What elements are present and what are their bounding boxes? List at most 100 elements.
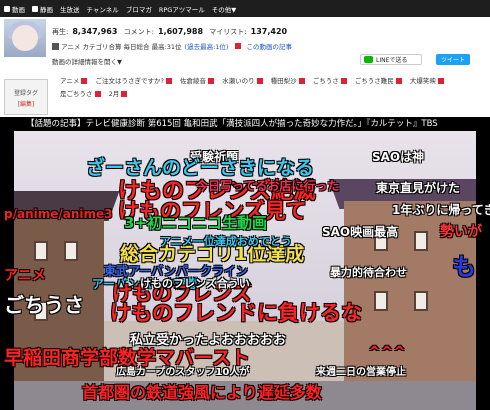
tag-item[interactable]: アニメ xyxy=(60,75,88,88)
dictionary-icon[interactable] xyxy=(121,91,128,97)
dictionary-icon[interactable] xyxy=(165,78,172,84)
nav-seiga[interactable]: 静画 xyxy=(32,4,53,14)
nav-channel-label: チャンネル xyxy=(86,5,119,14)
nav-channel[interactable]: チャンネル xyxy=(87,4,119,14)
danmaku-comment: 今日写ってるお店に行った xyxy=(196,179,340,193)
danmaku-comment: も xyxy=(452,253,476,281)
dictionary-icon[interactable] xyxy=(340,78,347,84)
danmaku-comment: 暴力的待合わせ xyxy=(330,266,407,279)
tag-item[interactable]: 種田梨沙 xyxy=(271,75,305,88)
tag-label: 是ごちうさ xyxy=(60,90,93,98)
dictionary-icon[interactable] xyxy=(437,78,444,84)
article-icon xyxy=(235,43,242,49)
tweet-button-label: ツイート xyxy=(440,57,465,64)
comment-label: コメント: xyxy=(123,28,154,36)
nav-video-label: 動画 xyxy=(12,5,25,14)
danmaku-comment: SAOは神 xyxy=(372,150,425,164)
window xyxy=(374,291,388,311)
tag-label: 水瀬いのり xyxy=(222,77,255,85)
video-thumbnail[interactable] xyxy=(4,19,46,57)
genre-label[interactable]: アニメ xyxy=(61,41,80,51)
window xyxy=(34,241,48,261)
tag-label: 佐倉綾音 xyxy=(179,77,206,85)
tweet-button[interactable]: ツイート xyxy=(436,54,470,65)
danmaku-comment: 勢いが xyxy=(440,224,482,240)
danmaku-comment: 来週二日の営業停止 xyxy=(316,367,406,378)
nav-other-label: その他▼ xyxy=(211,5,237,14)
line-icon xyxy=(364,56,373,63)
video-stats: 再生: 8,347,963 コメント: 1,607,988 マイリスト: 137,42… xyxy=(52,27,287,37)
tag-edit-link[interactable]: [編集] xyxy=(5,99,47,108)
dictionary-icon[interactable] xyxy=(81,78,88,84)
danmaku-comment: SAO映画最高 xyxy=(322,225,399,239)
article-link[interactable]: この動画の記事 xyxy=(246,41,292,51)
category-row: アニメ カテゴリ合算 毎日総合 最高:31位 (過去最高:1位) この動画の記事 xyxy=(52,41,295,51)
tag-item[interactable]: ごちうさ難民 xyxy=(355,75,402,88)
line-button-label: LINEで送る xyxy=(376,57,408,64)
tag-item[interactable]: 2月 xyxy=(109,88,128,101)
danmaku-comment: 広島カープのスタッフ10人が xyxy=(116,367,250,378)
dictionary-icon[interactable] xyxy=(256,78,263,84)
nav-live-label: 生放送 xyxy=(60,5,80,14)
player-edge-right xyxy=(476,131,490,410)
video-icon xyxy=(4,5,10,12)
line-share-button[interactable]: LINEで送る xyxy=(360,54,422,65)
image-icon xyxy=(32,5,38,12)
nav-video[interactable]: 動画 xyxy=(4,4,25,14)
tag-label: 2月 xyxy=(108,90,120,98)
mylist-count: 137,420 xyxy=(250,27,288,36)
danmaku-comment: 首都圏の鉄道強風により遅延多数 xyxy=(82,383,322,402)
danmaku-comment: 東京直見がけた xyxy=(376,181,461,195)
danmaku-comment: けものフレンドに負けるな xyxy=(110,301,362,325)
tag-label: ご注文はうさぎですか? xyxy=(95,77,164,85)
detail-toggle-link[interactable]: 動画の詳細情報を開く▼ xyxy=(52,56,122,66)
tag-label: 種田梨沙 xyxy=(270,77,297,85)
danmaku-comment: p/anime/anime3 xyxy=(4,207,113,221)
tag-edit-box: 登録タグ [編集] xyxy=(4,79,48,115)
video-player[interactable]: 【話題の記事】テレビ健康診断 第615回 亀和田武「満技派四人が揃った奇妙な力作… xyxy=(0,117,490,410)
tag-item[interactable]: ご注文はうさぎですか? xyxy=(95,75,172,88)
nav-live[interactable]: 生放送 xyxy=(60,4,80,14)
nav-seiga-label: 静画 xyxy=(40,5,53,14)
tag-list: アニメ ご注文はうさぎですか? 佐倉綾音 水瀬いのり 種田梨沙 ごちうさ ごちう… xyxy=(60,75,480,101)
dictionary-icon[interactable] xyxy=(207,78,214,84)
play-count: 8,347,963 xyxy=(72,27,118,36)
danmaku-comment: 3+初ニコニコ生動画 xyxy=(124,214,268,232)
tag-label: ごちうさ難民 xyxy=(354,77,394,85)
video-header: 再生: 8,347,963 コメント: 1,607,988 マイリスト: 137,42… xyxy=(0,17,490,117)
danmaku-comment: ^^^ xyxy=(368,343,406,361)
danmaku-comment: アニメ一位達成おめでとう xyxy=(160,235,292,248)
anime-category-icon xyxy=(52,42,59,50)
nav-blomaga-label: ブロマガ xyxy=(125,5,152,14)
tag-item[interactable]: 大爆笑映 xyxy=(410,75,444,88)
ranking-text: カテゴリ合算 毎日総合 最高:31位 xyxy=(82,43,182,51)
top-navigation-bar: 動画 静画 生放送 チャンネル ブロマガ RPGアツマール その他▼ xyxy=(0,0,490,17)
news-ticker[interactable]: 【話題の記事】テレビ健康診断 第615回 亀和田武「満技派四人が揃った奇妙な力作… xyxy=(0,117,490,131)
play-label: 再生: xyxy=(52,28,69,36)
dictionary-icon[interactable] xyxy=(395,78,402,84)
danmaku-comment: アニメ xyxy=(4,268,46,284)
danmaku-comment: けものフレンズ合うい xyxy=(140,277,250,290)
mylist-label: マイリスト: xyxy=(209,28,247,36)
nav-rpg-label: RPGアツマール xyxy=(158,5,205,14)
tag-label: 大爆笑映 xyxy=(409,77,436,85)
tag-label: ごちうさ xyxy=(312,77,339,85)
tag-item[interactable]: 佐倉綾音 xyxy=(180,75,214,88)
window xyxy=(414,231,428,251)
tag-box-label: 登録タグ xyxy=(13,90,38,97)
nav-other-menu[interactable]: その他▼ xyxy=(212,4,237,14)
past-best-link[interactable]: (過去最高:1位) xyxy=(185,41,229,51)
window xyxy=(414,291,428,311)
tag-label: アニメ xyxy=(60,77,80,85)
window xyxy=(64,241,78,261)
danmaku-comment: ごちうさ xyxy=(4,293,84,317)
nav-rpg[interactable]: RPGアツマール xyxy=(159,4,205,14)
nav-blomaga[interactable]: ブロマガ xyxy=(126,4,152,14)
dictionary-icon[interactable] xyxy=(94,91,101,97)
tag-item[interactable]: 水瀬いのり xyxy=(222,75,263,88)
danmaku-comment: 1年ぶりに帰ってきた xyxy=(392,203,490,217)
tag-item[interactable]: 是ごちうさ xyxy=(60,88,101,101)
tag-item[interactable]: ごちうさ xyxy=(313,75,347,88)
thumbnail-face xyxy=(12,25,38,51)
dictionary-icon[interactable] xyxy=(298,78,305,84)
